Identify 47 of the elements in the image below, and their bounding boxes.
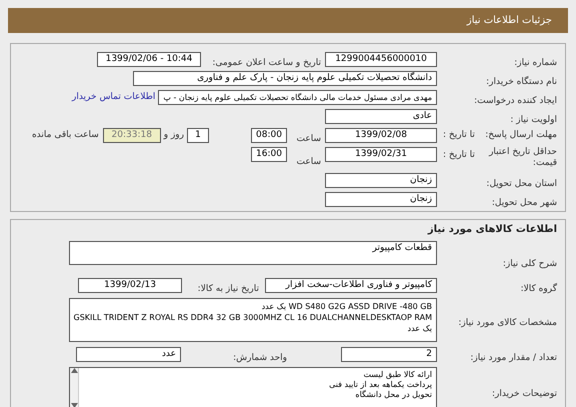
field-label: تاریخ و ساعت اعلان عمومی: xyxy=(212,58,321,68)
value-field: 1299004456000010 xyxy=(325,52,437,67)
value-field: 2 xyxy=(341,347,437,362)
value-field: 1399/02/13 xyxy=(78,278,182,293)
value-field: دانشگاه تحصیلات تکمیلی علوم پایه زنجان - پارک علم و فناوری xyxy=(133,71,437,86)
value-field: زنجان xyxy=(325,173,437,188)
field-label: حداقل تاریخ اعتبار قیمت: xyxy=(489,147,557,169)
value-field: کامپیوتر و فناوری اطلاعات-سخت افزار xyxy=(265,278,437,293)
field-label: تا تاریخ : xyxy=(442,149,475,162)
value-field: 20:33:18 xyxy=(102,128,161,143)
value-field: عدد xyxy=(76,347,181,362)
field-label: مشخصات کالای مورد نیاز: xyxy=(458,318,557,328)
field-label: مهلت ارسال پاسخ: xyxy=(485,128,557,142)
value-field: 1399/02/06 - 10:44 xyxy=(97,52,201,67)
text-area: ارائه کالا طبق لیست پرداخت یکماهه بعد از تایید فنی تحویل در محل دانشگاه xyxy=(69,367,437,407)
field-label: واحد شمارش: xyxy=(233,352,287,362)
field-label: ساعت باقی مانده xyxy=(32,128,100,142)
value-field: عادی xyxy=(325,109,437,124)
value-field: 1399/02/31 xyxy=(325,147,437,162)
field-label: تا تاریخ : xyxy=(442,128,475,142)
field-label: استان محل تحویل: xyxy=(486,178,557,188)
value-field: قطعات کامپیوتر xyxy=(69,241,437,265)
field-label: ساعت xyxy=(296,134,321,144)
field-label: شهر محل تحویل: xyxy=(492,198,557,208)
field-label: گروه کالا: xyxy=(520,284,557,294)
field-label: شرح کلی نیاز: xyxy=(502,259,557,269)
scroll-down-icon[interactable] xyxy=(70,403,78,407)
section-title: اطلاعات کالاهای مورد نیاز xyxy=(426,224,558,236)
value-field: زنجان xyxy=(325,192,437,207)
value-field: 16:00 xyxy=(251,147,287,162)
field-label: شماره نیاز: xyxy=(514,58,557,68)
field-label: نام دستگاه خریدار: xyxy=(486,76,557,86)
scrollbar[interactable] xyxy=(70,368,79,407)
field-label: ایجاد کننده درخواست: xyxy=(474,96,557,106)
field-label: ساعت xyxy=(296,157,321,167)
field-label: اولویت نیاز : xyxy=(510,114,557,124)
scroll-up-icon[interactable] xyxy=(70,368,78,373)
field-label: تاریخ نیاز به کالا: xyxy=(198,284,259,294)
field-label: تعداد / مقدار مورد نیاز: xyxy=(470,352,557,362)
field-label: توضیحات خریدار: xyxy=(492,389,557,399)
field-label: روز و xyxy=(162,128,185,142)
value-field: مهدی مرادی مسئول خدمات مالی دانشگاه تحصیلات تکمیلی علوم پایه زنجان - پ xyxy=(158,90,437,105)
value-field: 1 xyxy=(187,128,209,143)
contact-link[interactable]: اطلاعات تماس خریدار xyxy=(72,90,156,104)
value-field: 1399/02/08 xyxy=(325,128,437,143)
page-title: جزئیات اطلاعات نیاز xyxy=(466,14,552,28)
value-field: 08:00 xyxy=(251,128,287,143)
